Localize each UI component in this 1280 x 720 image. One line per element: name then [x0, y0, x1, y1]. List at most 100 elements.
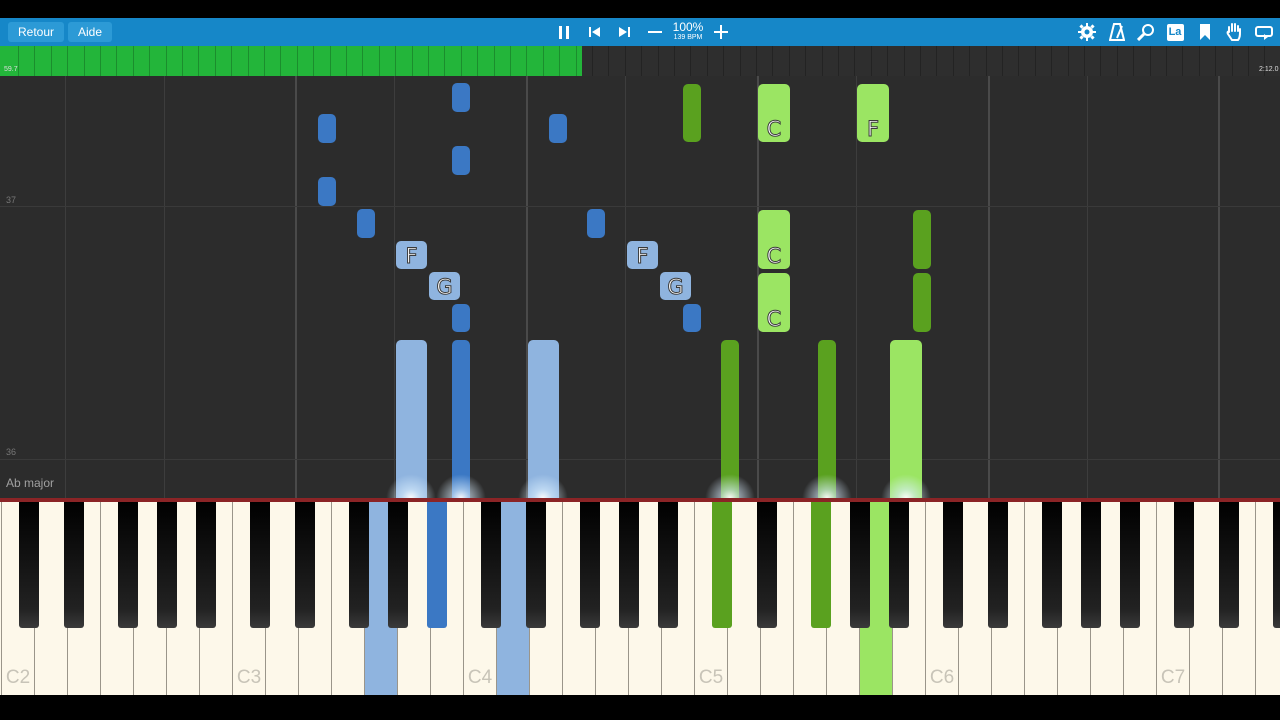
timeline-tick [904, 46, 905, 76]
timeline-tick [494, 46, 495, 76]
timeline-start-time: 59.7 [4, 66, 18, 73]
skip-back-icon [589, 27, 600, 37]
song-progress-timeline[interactable]: 59.7 2:12.0 [0, 46, 1280, 76]
timeline-tick [51, 46, 52, 76]
falling-note [913, 273, 931, 332]
timeline-tick [1199, 46, 1200, 76]
black-key-d-sharp[interactable] [64, 502, 84, 628]
black-key-c-sharp[interactable] [19, 502, 39, 628]
back-button[interactable]: Retour [8, 22, 65, 42]
falling-note [452, 146, 470, 175]
note-names-label: La [1166, 23, 1184, 41]
timeline-end-time: 2:12.0 [1259, 66, 1279, 73]
black-key-c-sharp[interactable] [250, 502, 270, 628]
timeline-tick [969, 46, 970, 76]
black-key-a-sharp[interactable] [427, 502, 447, 628]
black-key-f-sharp[interactable] [1042, 502, 1062, 628]
black-key-f-sharp[interactable] [811, 502, 831, 628]
octave-gridline [295, 76, 297, 498]
timeline-tick [559, 46, 560, 76]
black-key-g-sharp[interactable] [388, 502, 408, 628]
black-key-f-sharp[interactable] [580, 502, 600, 628]
black-key-c-sharp[interactable] [1174, 502, 1194, 628]
timeline-tick [477, 46, 478, 76]
timeline-tick [280, 46, 281, 76]
black-key-d-sharp[interactable] [757, 502, 777, 628]
timeline-tick [34, 46, 35, 76]
octave-label: C5 [698, 667, 724, 688]
timeline-tick [723, 46, 724, 76]
loop-button[interactable] [1252, 18, 1276, 46]
timeline-tick [674, 46, 675, 76]
note-name: G [436, 275, 453, 300]
hit-sparkle [705, 474, 755, 498]
next-button[interactable] [614, 18, 634, 46]
black-key-a-sharp[interactable] [889, 502, 909, 628]
black-key-a-sharp[interactable] [658, 502, 678, 628]
timeline-tick [822, 46, 823, 76]
black-key-d-sharp[interactable] [295, 502, 315, 628]
falling-note-labeled: C [758, 84, 790, 142]
slower-button[interactable] [645, 18, 665, 46]
timeline-tick [789, 46, 790, 76]
timeline-tick [920, 46, 921, 76]
timeline-tick [854, 46, 855, 76]
note-name: C [766, 307, 782, 332]
hit-sparkle [881, 474, 931, 498]
black-key-f-sharp[interactable] [118, 502, 138, 628]
black-key-c-sharp[interactable] [481, 502, 501, 628]
black-key-g-sharp[interactable] [1081, 502, 1101, 628]
falling-note-labeled: C [758, 210, 790, 269]
timeline-tick [576, 46, 577, 76]
timeline-tick [116, 46, 117, 76]
piano-keyboard[interactable]: C2 C3 C4 C5 C6 C7 [0, 502, 1280, 695]
black-key-g-sharp[interactable] [619, 502, 639, 628]
timeline-tick [1035, 46, 1036, 76]
black-key-f-sharp[interactable] [1273, 502, 1280, 628]
timeline-tick [1117, 46, 1118, 76]
pause-button[interactable] [554, 18, 574, 46]
black-key-c-sharp[interactable] [943, 502, 963, 628]
octave-gridline [1218, 76, 1220, 498]
search-button[interactable] [1135, 18, 1157, 46]
skip-forward-icon [619, 27, 630, 37]
timeline-tick [346, 46, 347, 76]
timeline-tick [182, 46, 183, 76]
bookmark-button[interactable] [1194, 18, 1216, 46]
settings-button[interactable] [1076, 18, 1098, 46]
metronome-button[interactable] [1106, 18, 1128, 46]
note-name: F [866, 117, 880, 142]
black-key-a-sharp[interactable] [1120, 502, 1140, 628]
timeline-tick [1232, 46, 1233, 76]
timeline-tick [264, 46, 265, 76]
piano-roll: 37 36 Ab major F F G G C F C C [0, 76, 1280, 498]
black-key-g-sharp[interactable] [157, 502, 177, 628]
faster-button[interactable] [711, 18, 731, 46]
black-key-d-sharp[interactable] [526, 502, 546, 628]
timeline-tick [248, 46, 249, 76]
help-button[interactable]: Aide [68, 22, 113, 42]
search-icon [1137, 24, 1154, 41]
note-names-button[interactable]: La [1164, 18, 1186, 46]
timeline-tick [428, 46, 429, 76]
black-key-f-sharp[interactable] [349, 502, 369, 628]
black-key-g-sharp[interactable] [850, 502, 870, 628]
timeline-tick [1150, 46, 1151, 76]
timeline-tick [444, 46, 445, 76]
black-key-d-sharp[interactable] [1219, 502, 1239, 628]
loop-icon [1255, 26, 1273, 40]
timeline-tick [362, 46, 363, 76]
octave-gridline [65, 76, 66, 498]
black-key-a-sharp[interactable] [196, 502, 216, 628]
timeline-tick [330, 46, 331, 76]
timeline-tick [395, 46, 396, 76]
black-key-c-sharp[interactable] [712, 502, 732, 628]
gridline [1087, 76, 1088, 498]
timeline-tick [133, 46, 134, 76]
timeline-tick [1182, 46, 1183, 76]
timeline-tick [100, 46, 101, 76]
hand-button[interactable] [1223, 18, 1245, 46]
measure-number: 37 [6, 195, 17, 205]
previous-button[interactable] [585, 18, 605, 46]
black-key-d-sharp[interactable] [988, 502, 1008, 628]
